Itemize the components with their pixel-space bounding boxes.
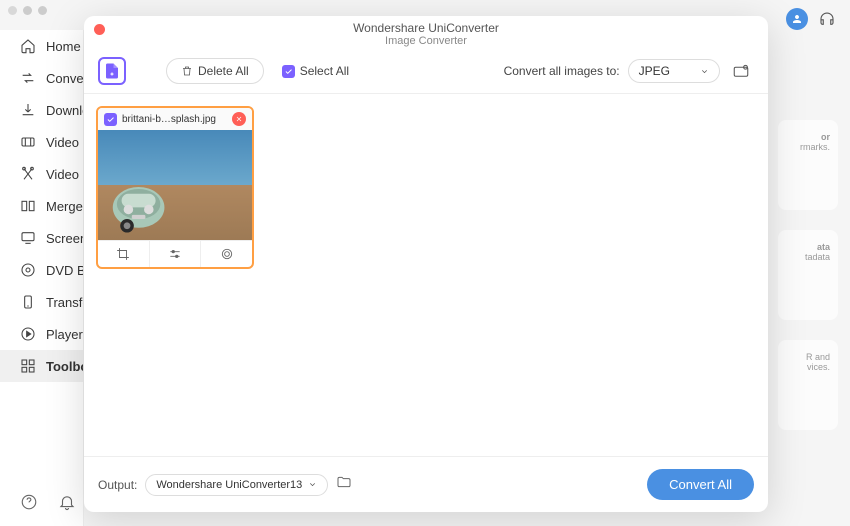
file-card[interactable]: brittani-b…splash.jpg bbox=[96, 106, 254, 269]
add-file-button[interactable] bbox=[98, 57, 126, 85]
sidebar-label: Video Editor bbox=[46, 167, 83, 182]
sidebar-label: Transfer bbox=[46, 295, 83, 310]
delete-all-button[interactable]: Delete All bbox=[166, 58, 264, 84]
crop-button[interactable] bbox=[98, 241, 149, 267]
chevron-down-icon bbox=[308, 480, 317, 489]
close-dot[interactable] bbox=[8, 6, 17, 15]
modal-title: Wondershare UniConverter bbox=[84, 16, 768, 35]
file-checkbox[interactable] bbox=[104, 113, 117, 126]
help-icon[interactable] bbox=[20, 493, 38, 516]
modal-subtitle: Image Converter bbox=[84, 35, 768, 47]
sidebar-item-toolbox[interactable]: Toolbox bbox=[0, 350, 83, 382]
sidebar-label: Toolbox bbox=[46, 359, 83, 374]
bottom-bar: Output: Wondershare UniConverter13 Conve… bbox=[84, 456, 768, 512]
sidebar-item-transfer[interactable]: Transfer bbox=[0, 286, 83, 318]
effect-button[interactable] bbox=[200, 241, 252, 267]
sidebar-item-download[interactable]: Download bbox=[0, 94, 83, 126]
remove-file-button[interactable] bbox=[232, 112, 246, 126]
bg-cards: orrmarks. atatadata R andvices. bbox=[778, 120, 838, 430]
image-converter-modal: Wondershare UniConverter Image Converter… bbox=[84, 16, 768, 512]
format-select[interactable]: JPEG bbox=[628, 59, 720, 83]
file-grid: brittani-b…splash.jpg bbox=[84, 94, 768, 456]
settings-button[interactable] bbox=[728, 58, 754, 84]
sidebar-label: Download bbox=[46, 103, 83, 118]
zoom-dot[interactable] bbox=[38, 6, 47, 15]
adjust-button[interactable] bbox=[149, 241, 201, 267]
output-path-select[interactable]: Wondershare UniConverter13 bbox=[145, 474, 328, 496]
format-value: JPEG bbox=[639, 64, 670, 78]
output-path-value: Wondershare UniConverter13 bbox=[156, 479, 302, 491]
sidebar-item-compressor[interactable]: Video Compressor bbox=[0, 126, 83, 158]
sidebar-item-convert[interactable]: Convert bbox=[0, 62, 83, 94]
convert-all-button[interactable]: Convert All bbox=[647, 469, 754, 500]
output-label: Output: bbox=[98, 478, 137, 492]
toolbar: Delete All Select All Convert all images… bbox=[84, 47, 768, 94]
sidebar-label: Video Compressor bbox=[46, 135, 83, 150]
sidebar-item-dvd[interactable]: DVD Burner bbox=[0, 254, 83, 286]
minimize-dot[interactable] bbox=[23, 6, 32, 15]
close-icon[interactable] bbox=[94, 24, 105, 35]
sidebar-item-editor[interactable]: Video Editor bbox=[0, 158, 83, 190]
sidebar: Home Convert Download Video Compressor V… bbox=[0, 30, 84, 526]
chevron-down-icon bbox=[700, 67, 709, 76]
sidebar-item-player[interactable]: Player bbox=[0, 318, 83, 350]
select-all-label: Select All bbox=[300, 64, 349, 78]
support-icon[interactable] bbox=[818, 10, 836, 33]
window-controls[interactable] bbox=[8, 6, 47, 15]
file-thumbnail bbox=[98, 130, 252, 240]
sidebar-label: Player bbox=[46, 327, 83, 342]
sidebar-item-home[interactable]: Home bbox=[0, 30, 83, 62]
user-avatar[interactable] bbox=[786, 8, 808, 30]
select-all-checkbox[interactable]: Select All bbox=[282, 64, 349, 78]
sidebar-item-merger[interactable]: Merger bbox=[0, 190, 83, 222]
sidebar-label: Screen Recorder bbox=[46, 231, 83, 246]
open-folder-button[interactable] bbox=[336, 474, 352, 495]
bell-icon[interactable] bbox=[58, 493, 76, 516]
sidebar-label: Home bbox=[46, 39, 81, 54]
sidebar-label: Convert bbox=[46, 71, 83, 86]
sidebar-item-screen[interactable]: Screen Recorder bbox=[0, 222, 83, 254]
file-name: brittani-b…splash.jpg bbox=[122, 114, 227, 125]
sidebar-label: Merger bbox=[46, 199, 83, 214]
convert-to-label: Convert all images to: bbox=[504, 64, 620, 78]
delete-label: Delete All bbox=[198, 64, 249, 78]
sidebar-label: DVD Burner bbox=[46, 263, 83, 278]
